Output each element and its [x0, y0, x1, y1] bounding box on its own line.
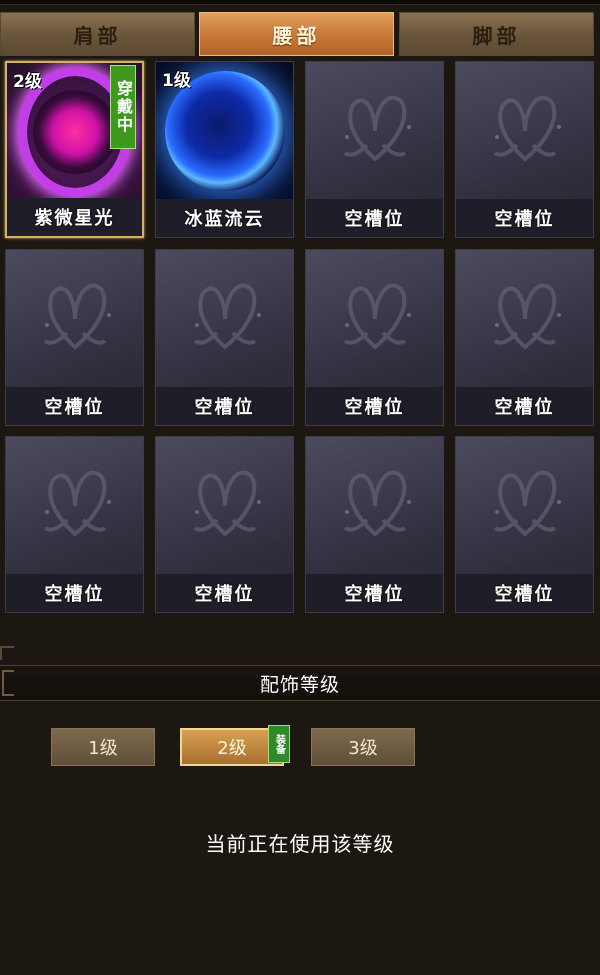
empty-slot[interactable]: 空槽位 [305, 61, 444, 238]
slot-name: 空槽位 [6, 574, 143, 612]
tab-shoulder[interactable]: 肩部 [0, 12, 195, 56]
level-section-header: 配饰等级 [0, 665, 600, 701]
empty-slot[interactable]: 空槽位 [5, 249, 144, 426]
empty-slot[interactable]: 空槽位 [5, 436, 144, 613]
slot-name: 空槽位 [456, 387, 593, 425]
corner-ornament [0, 646, 14, 660]
slot-name: 冰蓝流云 [156, 199, 293, 237]
section-title: 配饰等级 [259, 673, 340, 696]
empty-slot[interactable]: 空槽位 [455, 249, 594, 426]
empty-slot[interactable]: 空槽位 [155, 436, 294, 613]
slot-name: 空槽位 [156, 387, 293, 425]
tab-waist[interactable]: 腰部 [199, 12, 394, 56]
tab-feet[interactable]: 脚部 [399, 12, 594, 56]
slot-name: 空槽位 [456, 199, 593, 237]
body-part-tabs: 肩部 腰部 脚部 [0, 12, 600, 58]
butterfly-placeholder-icon [456, 250, 593, 388]
butterfly-placeholder-icon [306, 437, 443, 575]
slot-level: 1级 [162, 71, 191, 91]
slot-name: 空槽位 [306, 574, 443, 612]
slot-name: 空槽位 [306, 199, 443, 237]
level-1-button[interactable]: 1级 [51, 728, 155, 766]
slot-name: 空槽位 [306, 387, 443, 425]
butterfly-placeholder-icon [306, 62, 443, 200]
butterfly-placeholder-icon [6, 437, 143, 575]
slot-name: 空槽位 [6, 387, 143, 425]
status-text: 当前正在使用该等级 [205, 832, 395, 856]
butterfly-placeholder-icon [6, 250, 143, 388]
top-border [0, 0, 600, 5]
butterfly-placeholder-icon [156, 250, 293, 388]
slot-name: 紫微星光 [7, 198, 142, 236]
slot-level: 2级 [13, 72, 42, 92]
level-3-button[interactable]: 3级 [311, 728, 415, 766]
empty-slot[interactable]: 空槽位 [455, 61, 594, 238]
equip-badge: 装备 [268, 725, 290, 763]
empty-slot[interactable]: 空槽位 [305, 436, 444, 613]
empty-slot[interactable]: 空槽位 [155, 249, 294, 426]
slot-name: 空槽位 [456, 574, 593, 612]
butterfly-placeholder-icon [156, 437, 293, 575]
butterfly-placeholder-icon [456, 62, 593, 200]
wearing-badge: 穿戴中 [110, 65, 136, 149]
empty-slot[interactable]: 空槽位 [455, 436, 594, 613]
butterfly-placeholder-icon [306, 250, 443, 388]
slot-name: 空槽位 [156, 574, 293, 612]
slot-item[interactable]: 2级 穿戴中 紫微星光 [5, 61, 144, 238]
butterfly-placeholder-icon [456, 437, 593, 575]
slot-item[interactable]: 1级 冰蓝流云 [155, 61, 294, 238]
empty-slot[interactable]: 空槽位 [305, 249, 444, 426]
